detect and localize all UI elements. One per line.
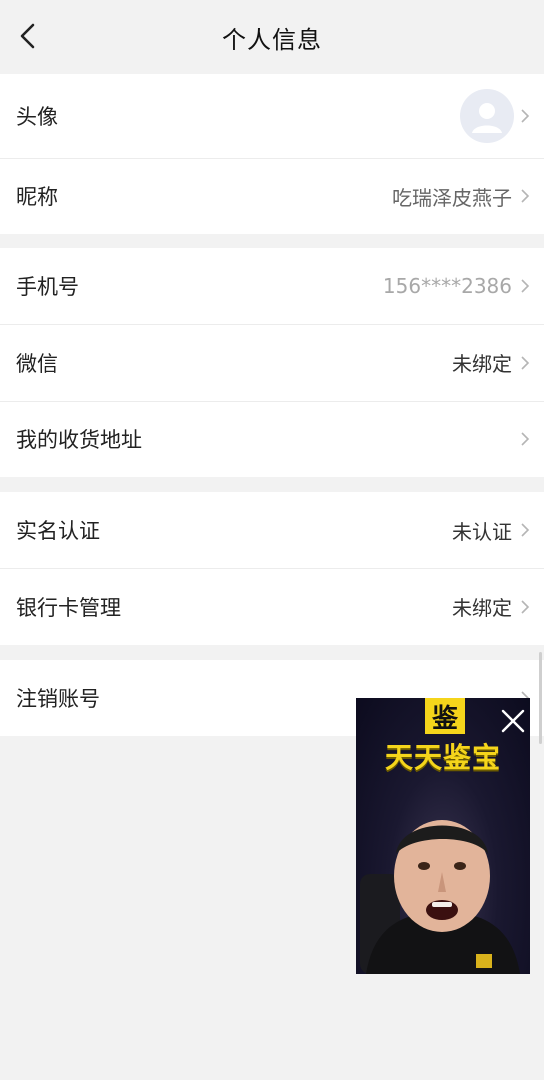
back-button[interactable] — [10, 18, 46, 54]
row-address[interactable]: 我的收货地址 — [0, 401, 544, 477]
chevron-left-icon — [20, 23, 35, 49]
page-title: 个人信息 — [222, 25, 322, 54]
phone-value: 156****2386 — [382, 274, 512, 298]
scroll-indicator — [539, 652, 542, 744]
row-label-avatar: 头像 — [16, 105, 58, 129]
wechat-status: 未绑定 — [452, 352, 512, 376]
bankcard-status: 未绑定 — [452, 596, 512, 620]
chevron-right-icon — [521, 599, 530, 614]
close-icon[interactable] — [498, 706, 528, 736]
row-label-realname: 实名认证 — [16, 519, 100, 543]
row-bankcard[interactable]: 银行卡管理 未绑定 — [0, 568, 544, 645]
chevron-right-icon — [521, 523, 530, 537]
chevron-right-icon — [521, 279, 530, 293]
realname-status: 未认证 — [452, 519, 512, 544]
row-nickname[interactable]: 昵称 吃瑞泽皮燕子 — [0, 158, 544, 234]
row-label-nickname: 昵称 — [16, 185, 58, 209]
verification-group: 实名认证 未认证 银行卡管理 未绑定 — [0, 492, 544, 645]
avatar[interactable] — [460, 89, 514, 143]
row-realname[interactable]: 实名认证 未认证 — [0, 492, 544, 568]
row-label-bankcard: 银行卡管理 — [16, 595, 121, 620]
chevron-right-icon — [521, 432, 530, 446]
profile-group: 头像 昵称 吃瑞泽皮燕子 — [0, 74, 544, 234]
contact-group: 手机号 156****2386 微信 未绑定 我的收货地址 — [0, 248, 544, 477]
section-gap — [0, 234, 544, 248]
row-label-wechat: 微信 — [16, 351, 58, 376]
brand-title: 天天鉴宝 — [384, 741, 501, 774]
chevron-right-icon — [521, 355, 530, 370]
chevron-right-icon — [521, 189, 530, 203]
default-user-icon — [472, 103, 502, 133]
section-gap — [0, 477, 544, 492]
brand-logo: 鉴 — [425, 698, 465, 734]
floating-video-window[interactable]: 鉴 天天鉴宝 — [356, 698, 530, 974]
row-label-phone: 手机号 — [16, 275, 79, 299]
nav-bar: 个人信息 — [0, 0, 544, 74]
row-phone[interactable]: 手机号 156****2386 — [0, 248, 544, 324]
chevron-right-icon — [521, 109, 530, 123]
row-avatar[interactable]: 头像 — [0, 74, 544, 158]
section-gap — [0, 645, 544, 660]
row-wechat[interactable]: 微信 未绑定 — [0, 324, 544, 401]
row-label-address: 我的收货地址 — [16, 428, 142, 452]
presenter-video-frame — [360, 820, 520, 974]
nickname-value: 吃瑞泽皮燕子 — [392, 185, 512, 210]
